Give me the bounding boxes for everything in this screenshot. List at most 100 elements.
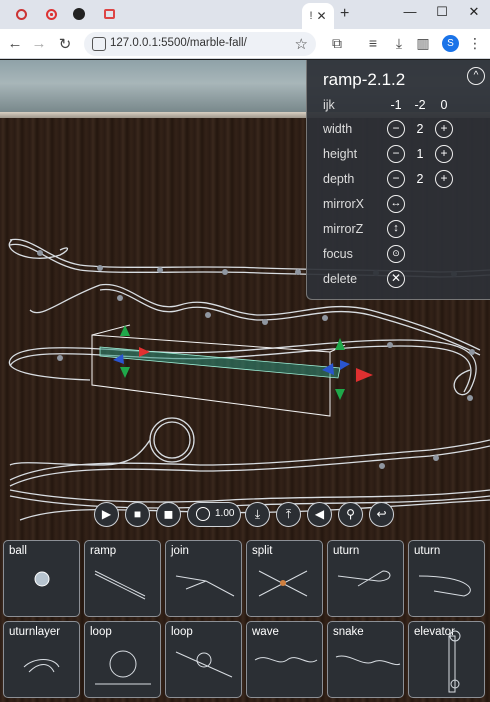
ijk-i: -1 (390, 98, 402, 112)
search-button[interactable]: ⚲ (338, 502, 363, 527)
part-card-uturn[interactable]: uturn (327, 540, 404, 617)
properties-panel: ramp-2.1.2 ^ ijk -1 -2 0 width − 2 + hei… (306, 60, 490, 300)
minimize-icon[interactable]: — (400, 4, 420, 19)
upload-icon: ⤒ (285, 507, 292, 521)
height-decrease-button[interactable]: − (387, 145, 405, 163)
loop-thumbnail (95, 650, 151, 685)
part-card-wave[interactable]: wave (246, 621, 323, 698)
part-card-loop[interactable]: loop (84, 621, 161, 698)
mirror-x-button[interactable]: ↔ (387, 195, 405, 213)
forward-icon[interactable]: → (30, 35, 48, 52)
ball-thumbnail (34, 571, 50, 587)
track-lower (9, 439, 490, 481)
width-decrease-button[interactable]: − (387, 120, 405, 138)
speed-button[interactable]: 1.00 (187, 502, 241, 527)
tab-bar: ! ✕ + — ☐ ✕ (0, 0, 490, 29)
camera-icon: ◼ (163, 507, 174, 521)
github-icon (73, 8, 85, 20)
width-label: width (323, 122, 353, 136)
maximize-icon[interactable]: ☐ (432, 4, 452, 20)
mirrorX-row: mirrorX ↔ (323, 195, 488, 215)
opera-icon (15, 8, 27, 20)
depth-row: depth − 2 + (323, 170, 488, 190)
part-card-join[interactable]: join (165, 540, 242, 617)
profile-avatar[interactable]: S (442, 35, 459, 52)
width-value: 2 (416, 122, 424, 136)
upload-button[interactable]: ⤒ (276, 502, 301, 527)
reload-icon[interactable]: ↻ (56, 35, 74, 53)
url-text: 127.0.0.1:5500/marble-fall/ (110, 37, 247, 49)
track-loop (149, 417, 195, 463)
tab-target[interactable] (36, 4, 66, 24)
depth-increase-button[interactable]: + (435, 170, 453, 188)
ijk-j: -2 (414, 98, 426, 112)
ijk-row: ijk -1 -2 0 (323, 96, 488, 116)
camera-button[interactable]: ◼ (156, 502, 181, 527)
mirrorZ-row: mirrorZ ↕ (323, 220, 488, 240)
main-toolbar: ▶ ■ ◼ 1.00 ⤓ ⤒ ◀ ⚲ ↩ (0, 502, 490, 528)
url-field[interactable]: 127.0.0.1:5500/marble-fall/ ☆ (84, 32, 316, 56)
ijk-label: ijk (323, 98, 335, 112)
tab-opera[interactable] (6, 4, 36, 24)
undo-button[interactable]: ↩ (369, 502, 394, 527)
split-thumbnail (258, 570, 308, 597)
depth-decrease-button[interactable]: − (387, 170, 405, 188)
new-tab-icon[interactable]: + (340, 5, 349, 23)
collapse-panel-icon[interactable]: ^ (467, 67, 485, 85)
height-increase-button[interactable]: + (435, 145, 453, 163)
depth-value: 2 (416, 172, 424, 186)
tab-github[interactable] (64, 4, 94, 24)
selected-ramp[interactable] (91, 324, 346, 417)
part-card-ramp[interactable]: ramp (84, 540, 161, 617)
part-card-split[interactable]: split (246, 540, 323, 617)
focus-button[interactable]: ⊙ (387, 245, 405, 263)
mirror-z-button[interactable]: ↕ (387, 220, 405, 238)
app-icon (103, 9, 115, 19)
play-button[interactable]: ▶ (94, 502, 119, 527)
width-increase-button[interactable]: + (435, 120, 453, 138)
loop-2-thumbnail (175, 651, 233, 678)
extensions-icon[interactable]: ⧉ (328, 35, 346, 52)
scene-viewport[interactable]: ramp-2.1.2 ^ ijk -1 -2 0 width − 2 + hei… (0, 60, 490, 702)
tab-title: ! (309, 10, 313, 22)
media-icon[interactable]: ≡ (364, 35, 382, 51)
depth-label: depth (323, 172, 355, 186)
tab-active[interactable]: ! ✕ (302, 3, 334, 29)
download-button[interactable]: ⤓ (245, 502, 270, 527)
delete-row: delete ✕ (323, 270, 488, 290)
focus-row: focus ⊙ (323, 245, 488, 265)
part-title: ramp-2.1.2 (323, 70, 406, 89)
stop-icon: ■ (133, 507, 142, 521)
height-value: 1 (416, 147, 424, 161)
menu-kebab-icon[interactable]: ⋮ (466, 35, 484, 52)
uturn-2-thumbnail (418, 575, 471, 597)
download-icon[interactable]: ⤓ (390, 35, 408, 52)
part-card-uturn-2[interactable]: uturn (408, 540, 485, 617)
speaker-icon: ◀ (314, 507, 325, 521)
part-card-loop-2[interactable]: loop (165, 621, 242, 698)
ijk-k: 0 (440, 98, 448, 112)
height-row: height − 1 + (323, 145, 488, 165)
part-card-uturnlayer[interactable]: uturnlayer (3, 621, 80, 698)
tab-app[interactable] (94, 4, 124, 24)
part-card-snake[interactable]: snake (327, 621, 404, 698)
undo-icon: ↩ (376, 507, 387, 521)
bookmark-star-icon[interactable]: ☆ (295, 35, 308, 53)
stop-button[interactable]: ■ (125, 502, 150, 527)
part-card-elevator[interactable]: elevator (408, 621, 485, 698)
wave-thumbnail (254, 657, 318, 663)
uturn-thumbnail (337, 570, 391, 587)
mirrorX-label: mirrorX (323, 197, 364, 211)
download-icon: ⤓ (254, 507, 261, 521)
site-info-icon[interactable] (92, 37, 106, 51)
delete-button[interactable]: ✕ (387, 270, 405, 288)
tab-close-icon[interactable]: ✕ (317, 9, 327, 23)
close-window-icon[interactable]: ✕ (464, 4, 484, 20)
part-card-ball[interactable]: ball (3, 540, 80, 617)
sidepanel-icon[interactable]: ▥ (414, 35, 432, 52)
play-icon: ▶ (101, 507, 112, 521)
delete-label: delete (323, 272, 358, 286)
elevator-thumbnail (448, 630, 461, 693)
back-icon[interactable]: ← (6, 35, 24, 52)
sound-button[interactable]: ◀ (307, 502, 332, 527)
